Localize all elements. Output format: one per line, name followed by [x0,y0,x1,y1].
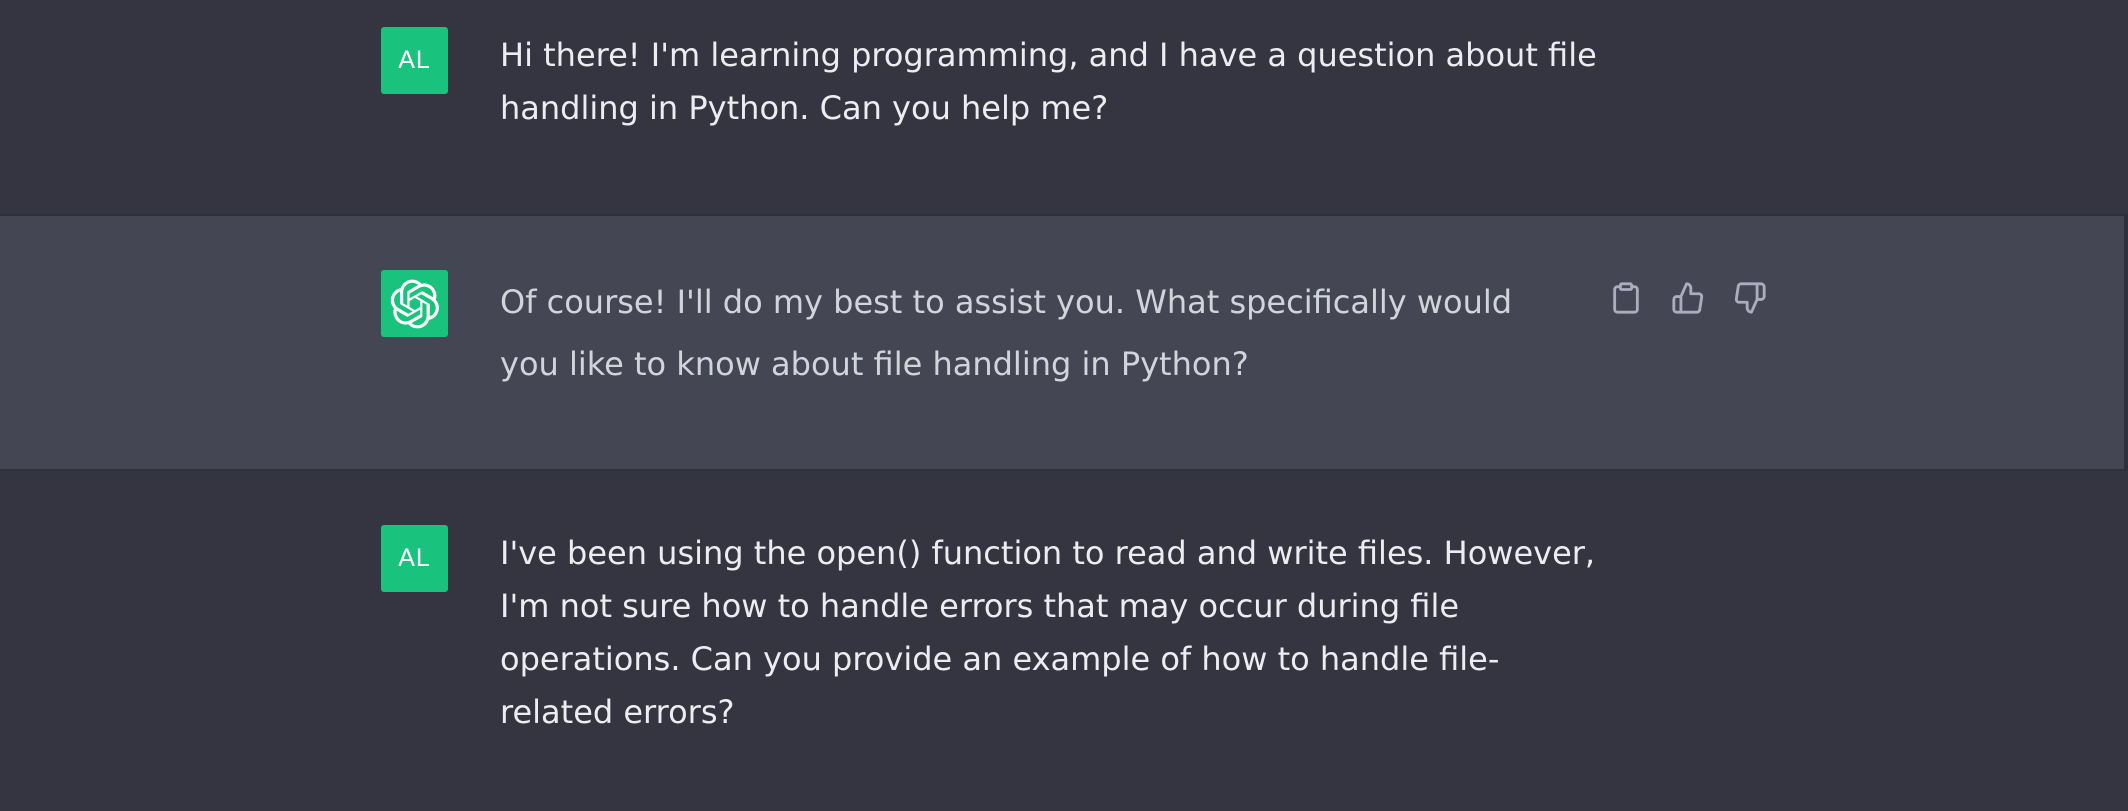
thumbs-down-icon [1734,282,1766,314]
user-message-text: Hi there! I'm learning programming, and … [500,36,1597,127]
assistant-message: Of course! I'll do my best to assist you… [0,214,2128,471]
thumbs-up-icon [1672,282,1704,314]
assistant-avatar [381,270,448,337]
user-avatar: AL [381,27,448,94]
user-avatar: AL [381,525,448,592]
user-message: AL Hi there! I'm learning programming, a… [0,0,2128,214]
openai-logo-icon [390,279,439,328]
user-message-text: I've been using the open() function to r… [500,534,1596,731]
copy-button[interactable] [1608,278,1644,318]
message-actions [1608,278,1768,318]
clipboard-icon [1613,282,1639,314]
user-message: AL I've been using the open() function t… [0,471,2128,811]
conversation-thread: AL Hi there! I'm learning programming, a… [0,0,2128,811]
assistant-message-text: Of course! I'll do my best to assist you… [500,283,1513,383]
thumbs-down-button[interactable] [1732,278,1768,318]
thumbs-up-button[interactable] [1670,278,1706,318]
